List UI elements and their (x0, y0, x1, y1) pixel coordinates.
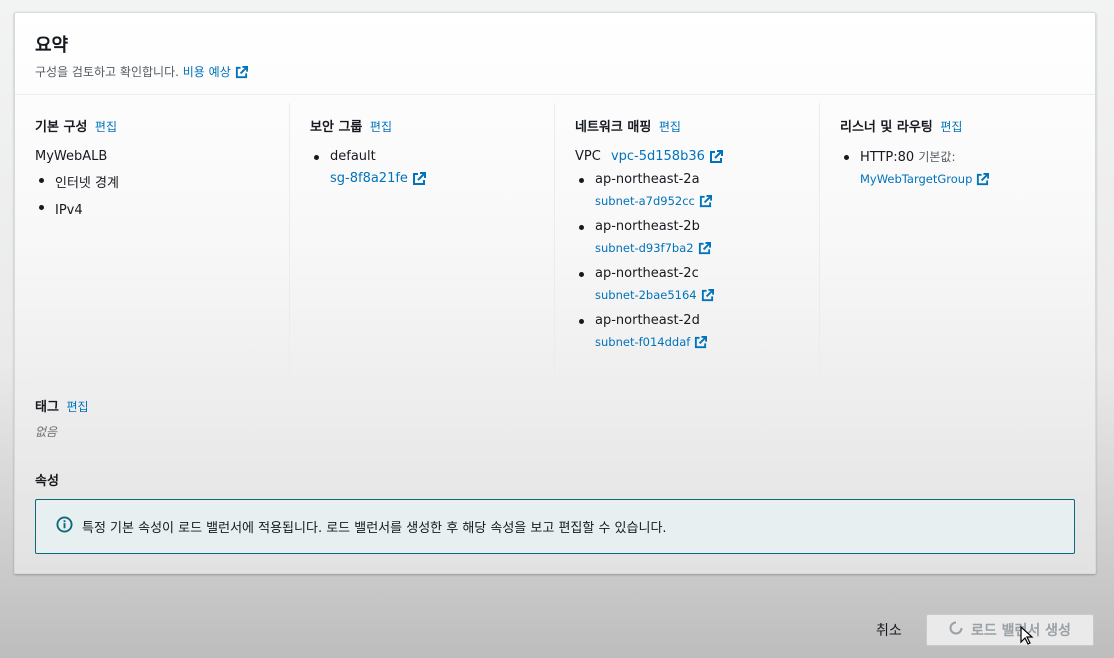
network-mapping-heading: 네트워크 매핑 편집 (575, 116, 799, 135)
attributes-heading: 속성 (35, 474, 59, 489)
summary-columns: 기본 구성 편집 MyWebALB 인터넷 경계 IPv4 보안 그룹 편집 d… (15, 101, 1097, 377)
network-mapping-edit-link[interactable]: 편집 (659, 120, 681, 134)
cancel-button[interactable]: 취소 (876, 620, 902, 640)
summary-description: 구성을 검토하고 확인합니다. 비용 예상 (35, 63, 1075, 80)
security-group-column: 보안 그룹 편집 default sg-8f8a21fe (290, 103, 555, 375)
section-divider (35, 451, 1075, 452)
tags-title: 태그 (35, 400, 59, 415)
vpc-id-link[interactable]: vpc-5d158b36 (611, 149, 705, 164)
security-group-id-link[interactable]: sg-8f8a21fe (330, 171, 408, 186)
lb-name: MyWebALB (35, 149, 108, 164)
subnet-item: ap-northeast-2a subnet-a7d952cc (575, 170, 799, 212)
listener-title: 리스너 및 라우팅 (840, 120, 933, 135)
external-link-icon[interactable] (701, 289, 714, 302)
subnet-item: ap-northeast-2b subnet-d93f7ba2 (575, 217, 799, 259)
security-group-title: 보안 그룹 (310, 120, 363, 135)
availability-zone: ap-northeast-2c (595, 266, 699, 281)
external-link-icon[interactable] (709, 149, 723, 164)
security-group-list: default sg-8f8a21fe (310, 147, 534, 189)
target-group-link[interactable]: MyWebTargetGroup (860, 172, 972, 186)
availability-zone: ap-northeast-2a (595, 172, 700, 187)
security-group-id-row: sg-8f8a21fe (330, 169, 534, 189)
listener-column: 리스너 및 라우팅 편집 HTTP:80 기본값: MyWebTargetGro… (820, 103, 1097, 375)
tags-edit-link[interactable]: 편집 (66, 400, 88, 414)
listener-edit-link[interactable]: 편집 (940, 120, 962, 134)
summary-description-text: 구성을 검토하고 확인합니다. (35, 65, 179, 79)
external-link-icon[interactable] (412, 171, 426, 186)
security-group-heading: 보안 그룹 편집 (310, 116, 534, 135)
security-group-name: default (330, 149, 376, 164)
external-link-icon[interactable] (976, 173, 990, 186)
attributes-info-alert: 특정 기본 속성이 로드 밸런서에 적용됩니다. 로드 밸런서를 생성한 후 해… (35, 499, 1075, 554)
subnet-list: ap-northeast-2a subnet-a7d952cc ap-north… (575, 170, 799, 353)
subnet-item: ap-northeast-2d subnet-f014ddaf (575, 311, 799, 353)
basic-config-list: 인터넷 경계 IPv4 (35, 170, 269, 224)
listener-item: HTTP:80 기본값: MyWebTargetGroup (840, 147, 1077, 190)
security-group-edit-link[interactable]: 편집 (370, 120, 392, 134)
vpc-label: VPC (575, 149, 601, 164)
basic-config-column: 기본 구성 편집 MyWebALB 인터넷 경계 IPv4 (15, 103, 290, 375)
basic-config-title: 기본 구성 (35, 120, 88, 135)
summary-header: 요약 구성을 검토하고 확인합니다. 비용 예상 (15, 13, 1095, 95)
listener-protocol: HTTP:80 (860, 150, 915, 165)
availability-zone: ap-northeast-2b (595, 219, 700, 234)
create-load-balancer-button[interactable]: 로드 밸런서 생성 (926, 614, 1094, 646)
external-link-icon[interactable] (699, 195, 712, 208)
scheme-item: 인터넷 경계 (35, 170, 269, 197)
external-link-icon[interactable] (694, 336, 708, 349)
subnet-row: subnet-a7d952cc (595, 190, 799, 212)
external-link-icon[interactable] (698, 242, 711, 255)
network-mapping-column: 네트워크 매핑 편집 VPC vpc-5d158b36 ap-northeast… (555, 103, 820, 375)
tags-heading: 태그 편집 (35, 396, 89, 415)
network-mapping-title: 네트워크 매핑 (575, 120, 652, 135)
listener-heading: 리스너 및 라우팅 편집 (840, 116, 1077, 135)
attributes-info-text: 특정 기본 속성이 로드 밸런서에 적용됩니다. 로드 밸런서를 생성한 후 해… (82, 521, 667, 536)
info-icon (56, 516, 73, 537)
basic-config-edit-link[interactable]: 편집 (95, 120, 117, 134)
subnet-link[interactable]: subnet-f014ddaf (595, 335, 690, 349)
target-group-row: MyWebTargetGroup (860, 168, 1077, 190)
ip-type-item: IPv4 (35, 197, 269, 224)
cost-estimate-link[interactable]: 비용 예상 (183, 65, 231, 79)
listener-default-label: 기본값: (918, 150, 956, 164)
external-link-icon[interactable] (235, 66, 248, 79)
vpc-row: VPC vpc-5d158b36 (575, 149, 799, 164)
subnet-row: subnet-2bae5164 (595, 284, 799, 306)
summary-title: 요약 (35, 35, 69, 56)
subnet-link[interactable]: subnet-2bae5164 (595, 288, 697, 302)
security-group-item: default sg-8f8a21fe (310, 147, 534, 189)
listener-list: HTTP:80 기본값: MyWebTargetGroup (840, 147, 1077, 190)
subnet-link[interactable]: subnet-d93f7ba2 (595, 241, 694, 255)
spinner-icon (949, 621, 963, 639)
mouse-cursor-icon (1020, 625, 1034, 650)
availability-zone: ap-northeast-2d (595, 313, 700, 328)
summary-card: 요약 구성을 검토하고 확인합니다. 비용 예상 기본 구성 편집 MyWebA… (14, 12, 1096, 574)
subnet-link[interactable]: subnet-a7d952cc (595, 194, 695, 208)
section-divider (35, 377, 1075, 378)
subnet-row: subnet-f014ddaf (595, 331, 799, 353)
tags-empty-text: 없음 (35, 425, 58, 439)
subnet-item: ap-northeast-2c subnet-2bae5164 (575, 264, 799, 306)
subnet-row: subnet-d93f7ba2 (595, 237, 799, 259)
basic-config-heading: 기본 구성 편집 (35, 116, 269, 135)
